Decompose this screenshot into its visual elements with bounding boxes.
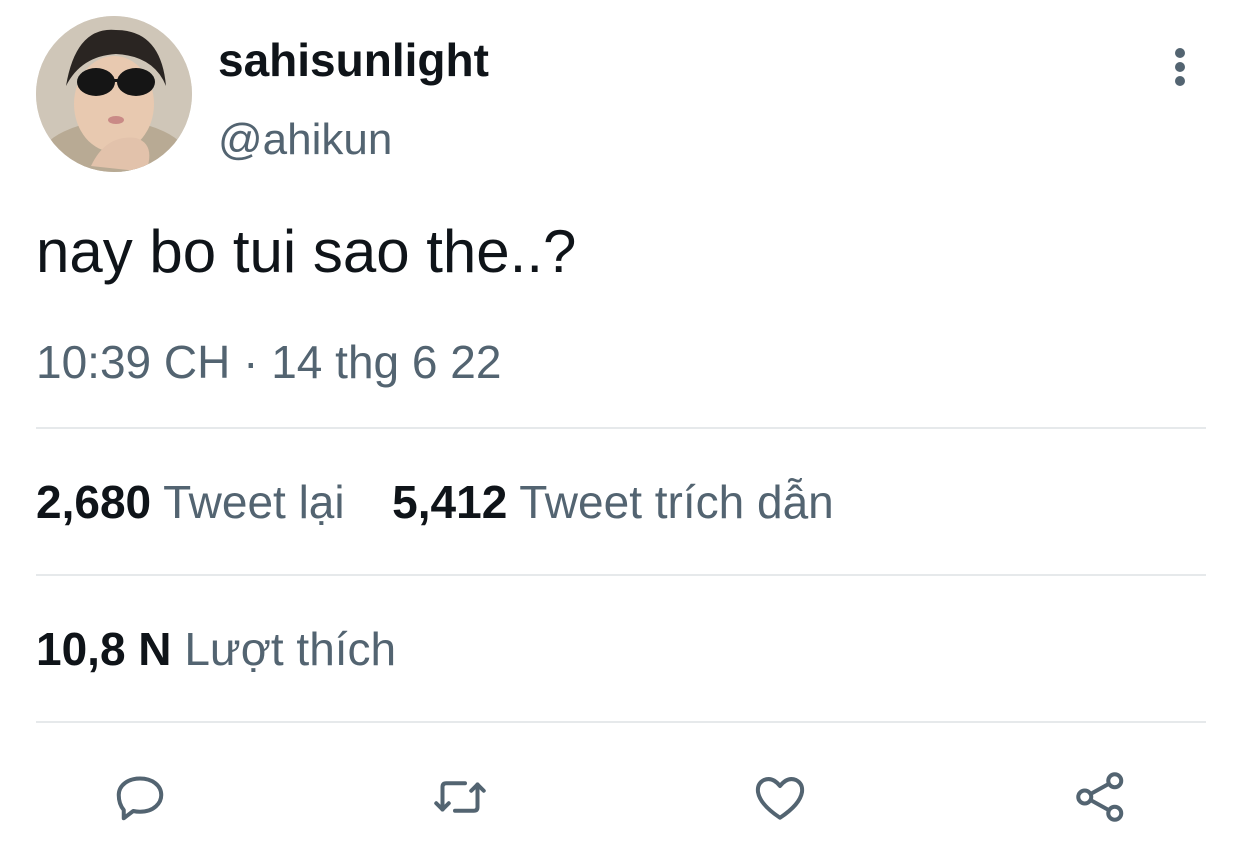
tweet-actions-bar — [0, 762, 1242, 832]
likes-link[interactable]: 10,8 N Lượt thích — [36, 623, 396, 675]
heart-icon — [755, 777, 805, 820]
tweet-text: nay bo tui sao the..? — [36, 218, 577, 285]
tweet-timestamp[interactable]: 10:39 CH · 14 thg 6 22 — [36, 332, 501, 392]
quotes-count: 5,412 — [392, 476, 508, 528]
likes-stats-row: 10,8 N Lượt thích — [36, 619, 396, 679]
user-handle[interactable]: @ahikun — [218, 112, 392, 168]
retweet-button[interactable] — [425, 762, 495, 832]
share-button[interactable] — [1066, 762, 1136, 832]
share-icon — [1076, 772, 1124, 822]
avatar-image — [36, 16, 192, 172]
avatar[interactable] — [36, 16, 192, 172]
divider — [36, 427, 1206, 429]
more-options-button[interactable] — [1160, 44, 1200, 90]
reply-icon — [116, 776, 164, 821]
like-button[interactable] — [745, 762, 815, 832]
likes-label: Lượt thích — [184, 623, 397, 675]
more-vertical-icon — [1175, 48, 1185, 86]
quotes-label: Tweet trích dẫn — [519, 476, 834, 528]
divider — [36, 721, 1206, 723]
retweets-count: 2,680 — [36, 476, 152, 528]
retweets-link[interactable]: 2,680 Tweet lại — [36, 476, 357, 528]
likes-count: 10,8 N — [36, 623, 172, 675]
quotes-link[interactable]: 5,412 Tweet trích dẫn — [392, 476, 834, 528]
retweet-stats-row: 2,680 Tweet lại 5,412 Tweet trích dẫn — [36, 472, 834, 532]
display-name[interactable]: sahisunlight — [218, 32, 489, 88]
retweets-label: Tweet lại — [163, 476, 345, 528]
reply-button[interactable] — [105, 762, 175, 832]
divider — [36, 574, 1206, 576]
retweet-icon — [434, 781, 486, 813]
